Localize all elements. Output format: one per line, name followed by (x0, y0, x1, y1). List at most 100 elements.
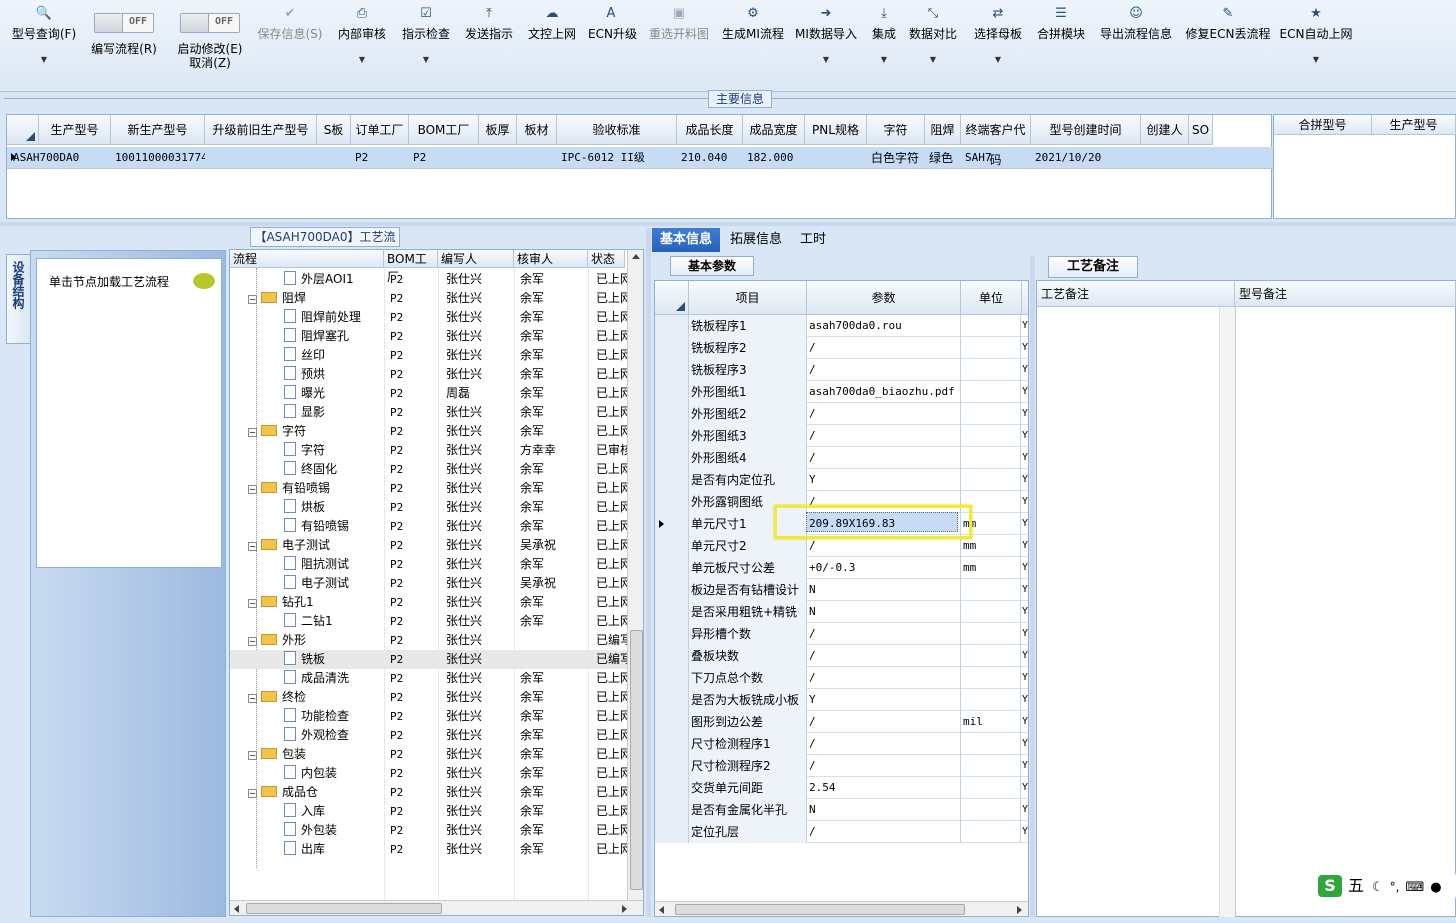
row-selector[interactable] (655, 821, 689, 843)
scroll-right-icon[interactable] (622, 905, 627, 913)
param-row[interactable]: 外形图纸3/ Y (655, 425, 1028, 447)
flow-row[interactable]: − 阻焊 P2 张仕兴 余军 已上网 (230, 289, 632, 308)
ime-toolbar[interactable]: S 五 ☾ °, ⌨ ● (1314, 872, 1456, 900)
flow-row[interactable]: 二钻1 P2 张仕兴 余军 已上网 (230, 612, 632, 631)
param-row[interactable]: 尺寸检测程序2/ Y (655, 755, 1028, 777)
param-row[interactable]: 铣板程序3/ Y (655, 359, 1028, 381)
collapse-icon[interactable]: − (248, 789, 257, 798)
main-col-header-17[interactable]: SO (1189, 115, 1213, 145)
main-col-header-0[interactable]: 生产型号 (39, 115, 111, 145)
toggle-switch[interactable]: OFF (180, 13, 240, 33)
flow-col-header-2[interactable]: 编写人 (438, 250, 514, 268)
flow-node[interactable]: 字符 (284, 441, 384, 460)
flow-col-header-4[interactable]: 状态 (588, 250, 625, 268)
flow-node[interactable]: − 字符 (248, 422, 384, 441)
param-value[interactable]: asah700da0.rou (807, 315, 961, 337)
param-hscroll-thumb[interactable] (675, 904, 965, 915)
param-value[interactable]: / (807, 667, 961, 689)
flow-node[interactable]: − 有铅喷锡 (248, 479, 384, 498)
flow-node[interactable]: − 成品仓 (248, 783, 384, 802)
flow-hscroll-thumb[interactable] (246, 903, 442, 914)
main-cell-10[interactable]: 182.000 (743, 147, 805, 169)
flow-row[interactable]: 阻焊塞孔 P2 张仕兴 余军 已上网 (230, 327, 632, 346)
scroll-up-icon[interactable] (632, 254, 640, 259)
toolbar-item-17[interactable]: ✎ 修复ECN丢流程 (1184, 6, 1272, 86)
param-value[interactable]: N (807, 601, 961, 623)
param-row[interactable]: 单元尺寸1 209.89X169.83 mm Y (655, 513, 1028, 535)
flow-node[interactable]: − 终检 (248, 688, 384, 707)
param-value[interactable]: / (807, 403, 961, 425)
flow-row[interactable]: 显影 P2 张仕兴 余军 已上网 (230, 403, 632, 422)
row-selector[interactable] (655, 667, 689, 689)
main-col-header-6[interactable]: 板厚 (479, 115, 517, 145)
main-cell-15[interactable]: 2021/10/20 (1031, 147, 1141, 169)
main-cell-8[interactable]: IPC-6012 II级 (557, 147, 677, 169)
flow-node[interactable]: 内包装 (284, 764, 384, 783)
param-value[interactable]: / (807, 733, 961, 755)
main-cell-1[interactable]: 10011000031774 (111, 147, 205, 169)
collapse-icon[interactable]: − (248, 751, 257, 760)
flow-col-header-3[interactable]: 核审人 (514, 250, 588, 268)
row-selector[interactable] (655, 469, 689, 491)
param-value[interactable]: asah700da0_biaozhu.pdf (807, 381, 961, 403)
punct-icon[interactable]: °, (1390, 880, 1400, 894)
param-row[interactable]: 异形槽个数 / Y (655, 623, 1028, 645)
flow-row[interactable]: − 终检 P2 张仕兴 余军 已上网 (230, 688, 632, 707)
collapse-icon[interactable]: − (248, 295, 257, 304)
main-col-header-2[interactable]: 升级前旧生产型号 (205, 115, 317, 145)
flow-row[interactable]: 阻焊前处理 P2 张仕兴 余军 已上网 (230, 308, 632, 327)
flow-node[interactable]: 电子测试 (284, 574, 384, 593)
param-value[interactable]: / (807, 447, 961, 469)
main-cell-14[interactable]: SAH7 (961, 147, 1031, 169)
param-row[interactable]: 定位孔层 / Y (655, 821, 1028, 843)
param-row[interactable]: 外形图纸4/ Y (655, 447, 1028, 469)
toolbar-item-1[interactable]: OFF 编写流程(R) (88, 6, 160, 86)
param-row[interactable]: 图形到边公差 / mil Y (655, 711, 1028, 733)
moon-icon[interactable]: ☾ (1372, 880, 1384, 895)
row-selector[interactable] (655, 623, 689, 645)
tab-basic-info[interactable]: 基本信息 (652, 228, 721, 252)
main-cell-12[interactable]: 白色字符 (867, 147, 925, 169)
flow-row[interactable]: − 外形 P2 张仕兴 已编写 (230, 631, 632, 650)
equipment-structure-tab[interactable]: 设备结构 (6, 254, 30, 344)
collapse-icon[interactable]: − (248, 428, 257, 437)
main-col-header-11[interactable]: PNL规格 (805, 115, 867, 145)
row-selector[interactable] (655, 777, 689, 799)
flow-row[interactable]: 外包装 P2 张仕兴 余军 已上网 (230, 821, 632, 840)
row-selector[interactable] (655, 799, 689, 821)
row-selector[interactable] (655, 513, 689, 535)
toolbar-item-5[interactable]: ☑ 指示检查 ▼ (400, 6, 452, 86)
row-selector[interactable] (655, 403, 689, 425)
row-selector[interactable] (655, 645, 689, 667)
param-row[interactable]: 铣板程序2/ Y (655, 337, 1028, 359)
toolbar-item-14[interactable]: ⇄ 选择母板 ▼ (972, 6, 1024, 86)
node-box[interactable]: 单击节点加载工艺流程 (36, 258, 222, 568)
flow-node[interactable]: 功能检查 (284, 707, 384, 726)
flow-row[interactable]: 电子测试 P2 张仕兴 吴承祝 已上网 (230, 574, 632, 593)
tab-extended-info[interactable]: 拓展信息 (722, 228, 790, 252)
flow-row[interactable]: 预烘 P2 张仕兴 余军 已上网 (230, 365, 632, 384)
param-value[interactable]: / (807, 821, 961, 843)
flow-node[interactable]: 外观检查 (284, 726, 384, 745)
flow-col-header-0[interactable]: 流程 (230, 250, 384, 268)
chevron-down-icon[interactable]: ▼ (6, 53, 82, 67)
ime-mode[interactable]: 五 (1348, 876, 1364, 895)
row-selector[interactable] (655, 447, 689, 469)
flow-node[interactable]: 出库 (284, 840, 384, 859)
row-selector[interactable] (655, 315, 689, 337)
scroll-left-icon[interactable] (659, 906, 664, 914)
chevron-down-icon[interactable]: ▼ (1278, 53, 1354, 67)
flow-row[interactable]: − 有铅喷锡 P2 张仕兴 余军 已上网 (230, 479, 632, 498)
flow-row[interactable]: 字符 P2 张仕兴 方幸幸 已审核 (230, 441, 632, 460)
vertical-splitter[interactable] (646, 228, 651, 917)
tab-work-hours[interactable]: 工时 (792, 228, 834, 252)
flow-row[interactable]: 有铅喷锡 P2 张仕兴 余军 已上网 (230, 517, 632, 536)
flow-node[interactable]: 入库 (284, 802, 384, 821)
flow-row[interactable]: 内包装 P2 张仕兴 余军 已上网 (230, 764, 632, 783)
flow-node[interactable]: 烘板 (284, 498, 384, 517)
chevron-down-icon[interactable]: ▼ (400, 53, 452, 67)
flow-row[interactable]: − 字符 P2 张仕兴 余军 已上网 (230, 422, 632, 441)
main-cell-17[interactable] (1189, 147, 1213, 169)
main-col-header-7[interactable]: 板材 (517, 115, 557, 145)
flow-scroll-thumb[interactable] (630, 630, 643, 890)
